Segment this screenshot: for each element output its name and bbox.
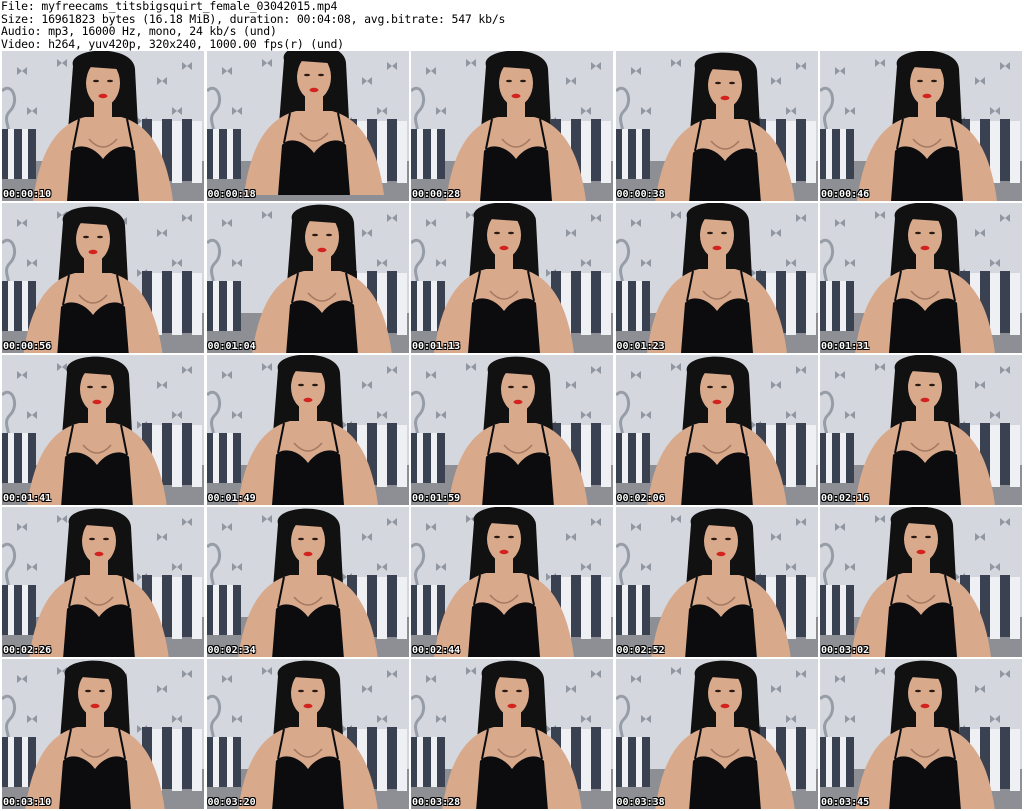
thumbnail-frame-image [820,203,1022,353]
thumbnail-frame-image [615,659,818,809]
thumbnail-frame-image [206,659,409,809]
video-thumbnail: 00:01:04 [206,203,409,353]
timestamp-label: 00:01:13 [412,341,461,352]
timestamp-label: 00:00:38 [616,189,665,200]
video-thumbnail: 00:02:44 [411,507,613,657]
video-thumbnail: 00:03:28 [411,659,613,809]
video-thumbnail: 00:02:52 [615,507,818,657]
video-thumbnail: 00:00:18 [206,51,409,201]
video-thumbnail: 00:00:10 [2,51,204,201]
file-name-line: File: myfreecams_titsbigsquirt_female_03… [1,0,338,13]
thumbnail-frame-image [615,203,818,353]
video-thumbnail: 00:02:06 [615,355,818,505]
audio-info-line: Audio: mp3, 16000 Hz, mono, 24 kb/s (und… [1,24,277,38]
thumbnail-frame-image [206,507,409,657]
thumbnail-frame-image [411,507,613,657]
thumbnail-grid: 00:00:10 00:00:18 00:00:28 00:00:38 00:00:46… [2,51,1022,811]
thumbnail-frame-image [411,51,613,201]
timestamp-label: 00:01:59 [412,493,461,504]
video-thumbnail: 00:00:38 [615,51,818,201]
thumbnail-frame-image [615,51,818,201]
thumbnail-frame-image [2,355,204,505]
timestamp-label: 00:03:28 [412,797,461,808]
video-thumbnail: 00:01:59 [411,355,613,505]
timestamp-label: 00:00:46 [821,189,870,200]
timestamp-label: 00:03:02 [821,645,870,656]
video-thumbnail: 00:03:20 [206,659,409,809]
timestamp-label: 00:01:49 [207,493,256,504]
thumbnail-frame-image [206,355,409,505]
video-thumbnail: 00:00:46 [820,51,1022,201]
video-thumbnail: 00:01:13 [411,203,613,353]
video-thumbnail: 00:03:02 [820,507,1022,657]
timestamp-label: 00:01:31 [821,341,870,352]
thumbnail-frame-image [615,507,818,657]
timestamp-label: 00:00:18 [207,189,256,200]
thumbnail-frame-image [206,51,409,201]
thumbnail-frame-image [411,659,613,809]
video-thumbnail: 00:03:45 [820,659,1022,809]
timestamp-label: 00:02:26 [3,645,52,656]
video-thumbnail: 00:00:28 [411,51,613,201]
video-thumbnail: 00:00:56 [2,203,204,353]
timestamp-label: 00:00:56 [3,341,52,352]
video-thumbnail: 00:02:26 [2,507,204,657]
thumbnail-frame-image [411,355,613,505]
thumbnail-frame-image [820,507,1022,657]
timestamp-label: 00:00:28 [412,189,461,200]
thumbnail-frame-image [2,507,204,657]
timestamp-label: 00:01:04 [207,341,256,352]
timestamp-label: 00:03:20 [207,797,256,808]
thumbnail-frame-image [411,203,613,353]
video-thumbnail: 00:02:34 [206,507,409,657]
video-info-line: Video: h264, yuv420p, 320x240, 1000.00 f… [1,36,344,51]
timestamp-label: 00:02:06 [616,493,665,504]
timestamp-label: 00:02:34 [207,645,256,656]
timestamp-label: 00:02:44 [412,645,461,656]
thumbnail-frame-image [820,659,1022,809]
thumbnail-frame-image [820,51,1022,201]
timestamp-label: 00:03:10 [3,797,52,808]
timestamp-label: 00:01:41 [3,493,52,504]
video-info-header: File: myfreecams_titsbigsquirt_female_03… [0,0,1024,50]
timestamp-label: 00:02:52 [616,645,665,656]
timestamp-label: 00:02:16 [821,493,870,504]
thumbnail-frame-image [2,659,204,809]
timestamp-label: 00:01:23 [616,341,665,352]
thumbnail-frame-image [615,355,818,505]
video-thumbnail: 00:02:16 [820,355,1022,505]
video-thumbnail: 00:01:31 [820,203,1022,353]
video-thumbnail: 00:01:41 [2,355,204,505]
timestamp-label: 00:03:45 [821,797,870,808]
video-thumbnail: 00:03:10 [2,659,204,809]
thumbnail-frame-image [820,355,1022,505]
video-thumbnail: 00:01:49 [206,355,409,505]
thumbnail-frame-image [206,203,409,353]
timestamp-label: 00:03:38 [616,797,665,808]
timestamp-label: 00:00:10 [3,189,52,200]
thumbnail-frame-image [2,51,204,201]
video-thumbnail: 00:03:38 [615,659,818,809]
thumbnail-frame-image [2,203,204,353]
video-thumbnail: 00:01:23 [615,203,818,353]
